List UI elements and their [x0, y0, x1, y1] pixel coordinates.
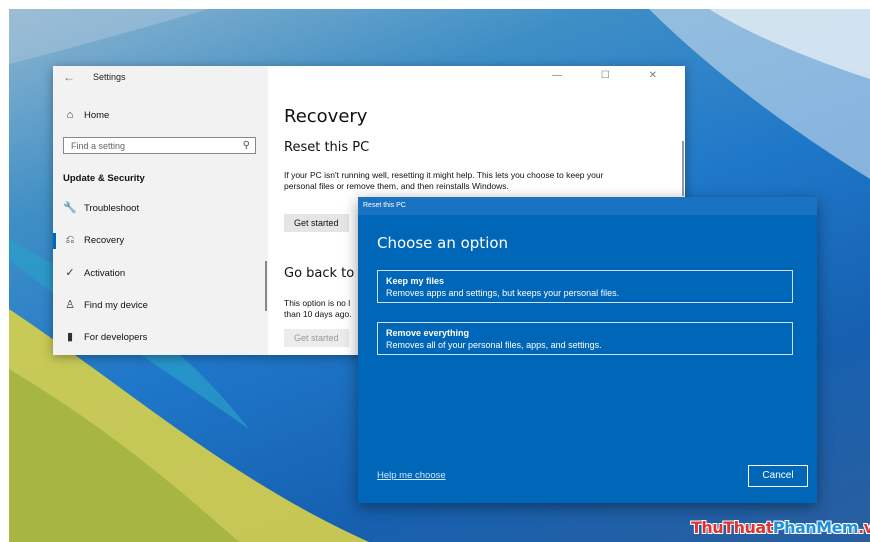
go-back-heading: Go back to t: [284, 266, 364, 281]
sidebar-item-label: Recovery: [84, 235, 125, 246]
window-controls[interactable]: — ☐ ✕: [552, 70, 675, 81]
sidebar-item-for-developers[interactable]: ▮ For developers: [53, 326, 268, 350]
go-back-get-started-button: Get started: [284, 329, 349, 347]
person-pin-icon: ♙: [65, 299, 75, 311]
sidebar-item-label: For developers: [84, 332, 148, 343]
reset-dialog: Reset this PC Choose an option Keep my f…: [358, 197, 817, 503]
settings-sidebar: ← Settings ⌂ Home Find a setting ⚲ Updat…: [53, 66, 268, 355]
option-description: Removes apps and settings, but keeps you…: [386, 288, 620, 298]
search-placeholder: Find a setting: [71, 141, 126, 151]
reset-description: If your PC isn't running well, resetting…: [284, 170, 604, 191]
check-circle-icon: ✓: [65, 267, 75, 279]
page-title: Recovery: [284, 106, 368, 127]
developer-icon: ▮: [66, 331, 74, 343]
go-back-description: This option is no l than 10 days ago.: [284, 298, 352, 320]
option-description: Removes all of your personal files, apps…: [386, 340, 602, 350]
watermark-part-3: .vn: [858, 518, 870, 537]
go-back-line-1: This option is no l: [284, 298, 351, 308]
title-bar: ← Settings: [53, 66, 268, 88]
sidebar-item-label: Troubleshoot: [84, 203, 140, 214]
sidebar-item-label: Find my device: [84, 300, 148, 311]
watermark-part-1: ThuThuat: [691, 518, 773, 537]
watermark-logo: ThuThuatPhanMem.vn: [691, 518, 870, 537]
dialog-title-bar: Reset this PC: [358, 197, 817, 215]
go-back-line-2: than 10 days ago.: [284, 309, 352, 319]
section-heading: Update & Security: [63, 173, 145, 184]
search-input[interactable]: Find a setting ⚲: [63, 137, 256, 154]
watermark-part-2: PhanMem: [772, 518, 859, 537]
reset-heading: Reset this PC: [284, 140, 370, 155]
search-icon: ⚲: [242, 140, 250, 151]
option-title: Keep my files: [386, 276, 445, 286]
keep-my-files-option[interactable]: Keep my files Removes apps and settings,…: [377, 270, 793, 303]
sidebar-item-find-my-device[interactable]: ♙ Find my device: [53, 294, 268, 318]
sidebar-item-troubleshoot[interactable]: 🔧 Troubleshoot: [53, 197, 268, 221]
content-scrollbar[interactable]: [682, 141, 684, 196]
sidebar-item-label: Activation: [84, 268, 126, 279]
remove-everything-option[interactable]: Remove everything Removes all of your pe…: [377, 322, 793, 355]
nav-home[interactable]: ⌂ Home: [53, 104, 268, 128]
sidebar-item-activation[interactable]: ✓ Activation: [53, 262, 268, 286]
dialog-title: Reset this PC: [363, 202, 406, 209]
sidebar-scrollbar[interactable]: [265, 261, 267, 311]
cancel-button[interactable]: Cancel: [748, 465, 808, 487]
recovery-icon: ⎌: [65, 234, 75, 246]
window-title: Settings: [93, 72, 126, 82]
back-arrow-icon[interactable]: ←: [63, 70, 75, 84]
sidebar-item-recovery[interactable]: ⎌ Recovery: [53, 229, 268, 253]
nav-home-label: Home: [84, 110, 110, 121]
dialog-heading: Choose an option: [377, 234, 509, 252]
home-icon: ⌂: [66, 109, 74, 121]
help-me-choose-link[interactable]: Help me choose: [377, 470, 446, 481]
option-title: Remove everything: [386, 328, 470, 338]
get-started-button[interactable]: Get started: [284, 214, 349, 232]
wrench-icon: 🔧: [63, 202, 77, 214]
